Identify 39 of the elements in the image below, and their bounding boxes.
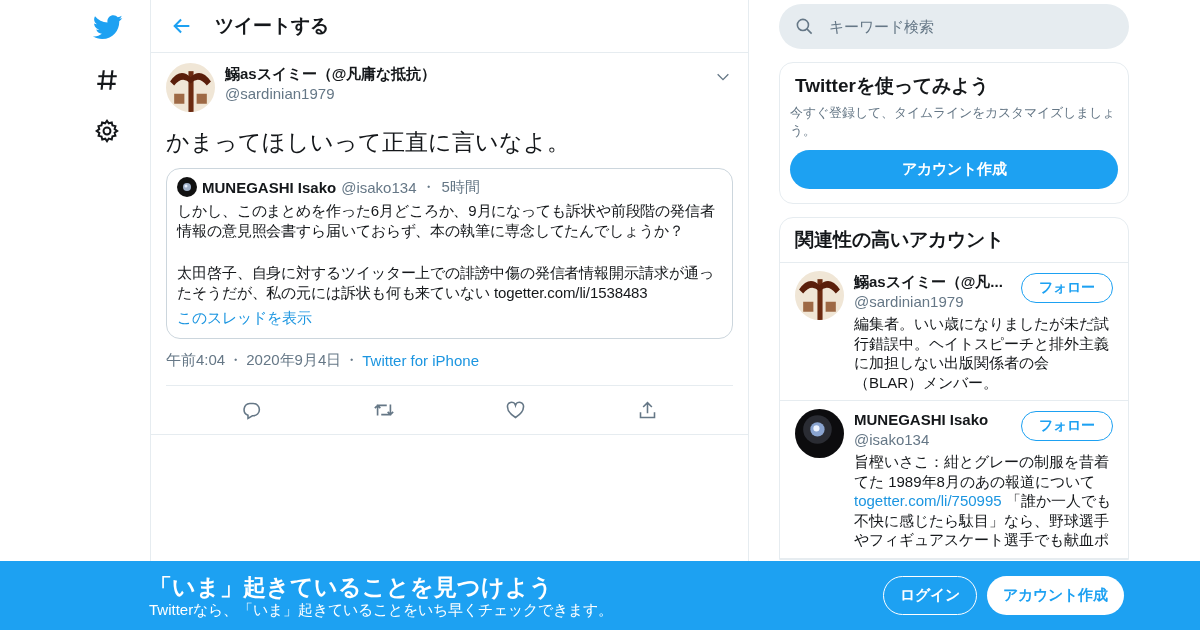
author-handle[interactable]: @sardinian1979 [225,84,705,104]
quote-time: 5時間 [441,177,480,197]
card-title: Twitterを使ってみよう [794,74,990,98]
settings-icon[interactable] [94,118,120,144]
hashtag-icon[interactable] [94,67,120,93]
account-bio: 旨樫いさこ：紺とグレーの制服を昔着てた 1989年8月のあの報道について togetter.com/li/750995 「誰か一人でも不快に感じたら駄目」なら、野球選手やフィギュアスケート選手でも献血ポ [854,452,1112,550]
account-bio: 編集者。いい歳になりましたが未だ試行錯誤中。ヘイトスピーチと排外主義に加担しない出版関係者の会（BLAR）メンバー。 [854,314,1110,392]
link[interactable]: togetter.com/li/750995 [854,492,1002,509]
banner-title: 「いま」起きていることを見つけよう [149,572,554,601]
account-handle[interactable]: @isako134 [854,430,1015,450]
separator-dot: ・ [228,351,244,370]
heart-icon[interactable] [505,399,527,421]
quote-text: 太田啓子、自身に対するツイッター上での誹謗中傷の発信者情報開示請求が通ったそうだが、私の元には訴状も何も来ていない togetter.com/li/1538483 [177,263,715,303]
separator-dot: ・ [421,177,437,197]
quote-author-handle: @isako134 [341,178,417,196]
create-account-button[interactable]: アカウント作成 [790,150,1118,189]
banner-subtitle: Twitterなら、「いま」起きていることをいち早くチェックできます。 [149,600,615,619]
page-title: ツイートする [215,14,329,38]
tweet-timestamp: 2020年9月4日 [246,351,342,370]
show-thread-link[interactable]: このスレッドを表示 [177,309,312,328]
source-link[interactable]: Twitter for iPhone [362,352,479,369]
signup-button[interactable]: アカウント作成 [987,576,1124,615]
search-icon [795,17,814,36]
search-field[interactable]: キーワード検索 [779,4,1129,49]
card-text: 今すぐ登録して、タイムラインをカスタマイズしましょう。 [790,104,1116,140]
account-name[interactable]: MUNEGASHI Isako [854,409,1015,430]
account-name[interactable]: 鰯asスイミー（@凡... [854,271,1015,292]
follow-button[interactable]: フォロー [1021,411,1113,441]
follow-button[interactable]: フォロー [1021,273,1113,303]
quoted-tweet[interactable]: MUNEGASHI Isako @isako134 ・ 5時間 しかし、このまとめを作った6月どころか、9月になっても訴状や前段階の発信者情報の意見照会書すら届いておらず、本の執筆に専念してたんでしょうか？ 太田啓子、自身に対するツイッター上での誹謗中傷の発信者情報開示請求が通ったそうだが、私の元には訴状も何も来ていない togetter.com/li/1538483 このスレッドを表示 [166,168,733,339]
tweet-text: かまってほしいって正直に言いなよ。 [166,128,571,157]
tweet-timestamp: 午前4:04 [166,351,226,370]
card-title: 関連性の高いアカウント [780,218,1128,263]
quote-text: しかし、このまとめを作った6月どころか、9月になっても訴状や前段階の発信者情報の意見照会書すら届いておらず、本の執筆に専念してたんでしょうか？ [177,201,716,241]
account-handle[interactable]: @sardinian1979 [854,292,1015,312]
quote-author-name: MUNEGASHI Isako [202,178,337,196]
separator-dot: ・ [344,351,360,370]
author-name[interactable]: 鰯asスイミー（@凡庸な抵抗） [225,63,705,84]
bird-logo-icon[interactable] [93,12,123,42]
